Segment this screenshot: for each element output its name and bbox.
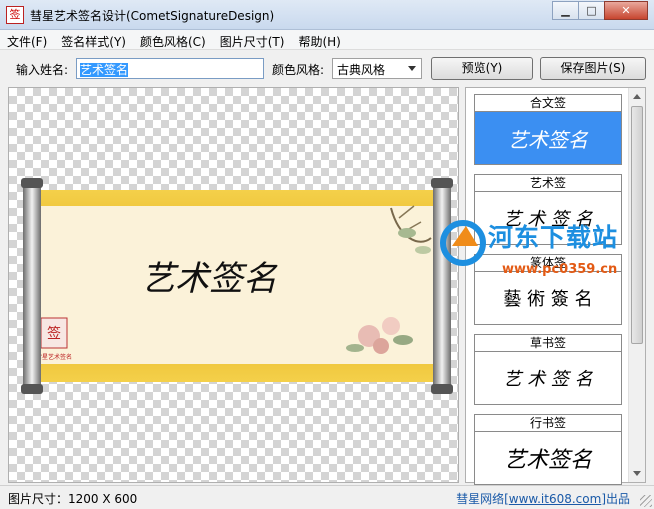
scroll-down-icon[interactable] (633, 471, 641, 476)
toolbar: 输入姓名: 艺术签名 颜色风格: 古典风格 预览(Y) 保存图片(S) (0, 52, 654, 84)
watermark-logo-icon (440, 220, 486, 266)
resize-grip[interactable] (640, 495, 652, 507)
color-style-select[interactable]: 古典风格 (332, 58, 422, 79)
menu-color-style[interactable]: 颜色风格(C) (133, 30, 213, 49)
menu-bar: 文件(F) 签名样式(Y) 颜色风格(C) 图片尺寸(T) 帮助(H) (0, 30, 654, 50)
app-icon: 签 (6, 6, 24, 24)
window-title: 彗星艺术签名设计(CometSignatureDesign) (30, 9, 275, 23)
style-card-sample: 艺术签名 (475, 112, 621, 164)
style-card-title: 草书签 (475, 335, 621, 352)
minimize-button[interactable]: ▁ (552, 1, 579, 20)
save-image-button[interactable]: 保存图片(S) (540, 57, 646, 80)
preview-button[interactable]: 预览(Y) (431, 57, 533, 80)
credit-url[interactable]: www.it608.com (509, 492, 602, 506)
menu-file[interactable]: 文件(F) (0, 30, 54, 49)
window-controls: ▁ □ ✕ (552, 1, 648, 20)
signature-canvas: 签 彗星艺术签名 艺术签名 (8, 87, 459, 483)
credit-link[interactable]: 彗星网络[www.it608.com]出品 (456, 490, 630, 507)
maximize-button[interactable]: □ (578, 1, 605, 20)
signature-text: 艺术签名 (141, 259, 278, 299)
watermark-url: www.pc0359.cn (502, 262, 618, 277)
close-button[interactable]: ✕ (604, 1, 648, 20)
style-card-sample: 艺术签名 (503, 448, 592, 473)
title-bar: 签 彗星艺术签名设计(CometSignatureDesign) ▁ □ ✕ (0, 0, 654, 30)
credit-suffix: ]出品 (601, 492, 630, 506)
seal-char: 签 (47, 325, 61, 342)
menu-help[interactable]: 帮助(H) (291, 30, 347, 49)
name-input[interactable]: 艺术签名 (76, 58, 264, 79)
style-card-title: 行书签 (475, 415, 621, 432)
watermark-title: 河东下载站 (488, 223, 619, 252)
scroll-up-icon[interactable] (633, 94, 641, 99)
menu-signature-style[interactable]: 签名样式(Y) (54, 30, 133, 49)
name-input-value: 艺术签名 (80, 63, 129, 77)
style-card-cursive[interactable]: 草书签 艺 术 签 名 (474, 334, 622, 405)
chevron-down-icon (408, 66, 416, 71)
image-size-status: 图片尺寸：1200 X 600 (8, 492, 138, 506)
style-card-running[interactable]: 行书签 艺术签名 (474, 414, 622, 485)
scroll-image: 签 彗星艺术签名 艺术签名 (21, 178, 453, 394)
credit-prefix: 彗星网络[ (456, 492, 509, 506)
style-card-hewen[interactable]: 合文签 艺术签名 (474, 94, 622, 165)
watermark: 河东下载站 www.pc0359.cn (436, 218, 648, 290)
seal-caption: 彗星艺术签名 (36, 353, 72, 361)
color-style-value: 古典风格 (337, 63, 386, 77)
style-card-title: 艺术签 (475, 175, 621, 192)
menu-image-size[interactable]: 图片尺寸(T) (213, 30, 292, 49)
style-card-sample: 艺 术 签 名 (503, 369, 593, 390)
name-label: 输入姓名: (16, 63, 69, 77)
status-bar: 图片尺寸：1200 X 600 彗星网络[www.it608.com]出品 (0, 485, 654, 509)
style-card-title: 合文签 (475, 95, 621, 112)
color-label: 颜色风格: (272, 63, 325, 77)
